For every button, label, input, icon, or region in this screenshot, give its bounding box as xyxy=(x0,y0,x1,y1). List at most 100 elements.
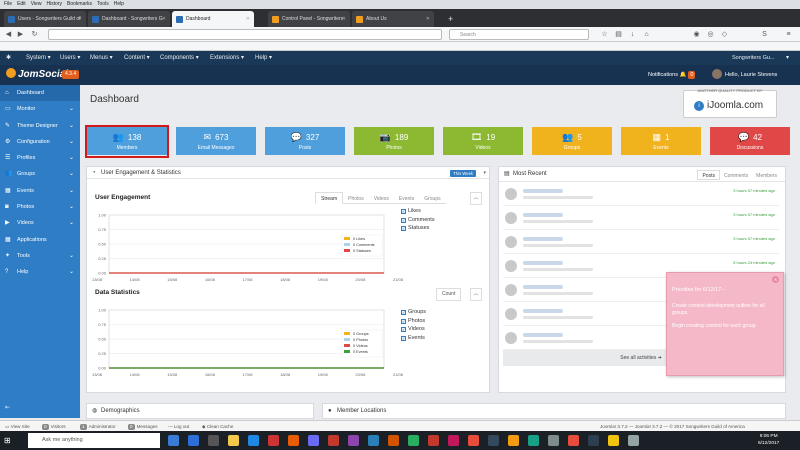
extension-icon[interactable]: ◉ xyxy=(692,30,701,39)
extension-icon-3[interactable]: ◇ xyxy=(720,30,729,39)
taskbar-search-input[interactable]: Ask me anything xyxy=(28,433,160,448)
taskbar-app-icon[interactable] xyxy=(568,435,579,446)
checkbox-icon[interactable]: ✓ xyxy=(401,217,406,223)
user-greeting[interactable]: Hello, Laurie Stevens xyxy=(712,65,777,85)
sidebar-item-dashboard[interactable]: ⌂ Dashboard xyxy=(0,85,80,102)
taskbar-app-icon[interactable] xyxy=(268,435,279,446)
taskbar-app-icon[interactable] xyxy=(228,435,239,446)
stat-card-posts[interactable]: 💬 327 Posts xyxy=(265,127,345,155)
taskbar-app-icon[interactable] xyxy=(628,435,639,446)
reload-icon[interactable]: ↻ xyxy=(30,30,39,39)
checkbox-icon[interactable]: ✓ xyxy=(401,318,406,324)
extension-icon-2[interactable]: ◎ xyxy=(706,30,715,39)
checkbox-comments[interactable]: ✓ Comments xyxy=(401,216,435,225)
checkbox-icon[interactable]: ✓ xyxy=(401,327,406,333)
browser-menu-bookmarks[interactable]: Bookmarks xyxy=(67,1,92,7)
sticky-note[interactable]: ✕ Priorities for 6/12/17-- Create conten… xyxy=(666,272,784,376)
site-name-link[interactable]: Songwriters Gu... xyxy=(732,51,775,65)
sidebar-item-videos[interactable]: ▶ Videos ⌄ xyxy=(0,215,80,231)
taskbar-app-icon[interactable] xyxy=(328,435,339,446)
system-clock[interactable]: 8:06 PM 6/12/2017 xyxy=(758,433,779,447)
tab-stream[interactable]: Stream xyxy=(315,192,344,204)
tab-close-icon[interactable]: ✕ xyxy=(342,11,346,27)
taskbar-app-icon[interactable] xyxy=(368,435,379,446)
checkbox-statuses[interactable]: ✓ Statuses xyxy=(401,224,435,233)
browser-menu-history[interactable]: History xyxy=(46,1,62,7)
browser-tab[interactable]: Dashboard ✕ xyxy=(172,11,254,27)
browser-tab[interactable]: Users - Songwriters Guild of ✕ xyxy=(4,11,86,27)
tab-close-icon[interactable]: ✕ xyxy=(162,11,166,27)
download-icon[interactable]: ↓ xyxy=(628,30,637,39)
browser-tab[interactable]: Dashboard - Songwriters G ✕ xyxy=(88,11,170,27)
taskbar-app-icon[interactable] xyxy=(208,435,219,446)
sidebar-item-photos[interactable]: ◙ Photos ⌄ xyxy=(0,199,80,215)
s-extension-icon[interactable]: S xyxy=(760,30,769,39)
sidebar-item-tools[interactable]: ✦ Tools ⌄ xyxy=(0,248,80,264)
url-bar[interactable] xyxy=(48,29,442,40)
checkbox-icon[interactable]: ✓ xyxy=(401,209,406,214)
browser-menu-edit[interactable]: Edit xyxy=(17,1,26,7)
tab-events[interactable]: Events xyxy=(394,193,419,205)
stat-card-discussions[interactable]: 💬 42 Discussions xyxy=(710,127,790,155)
sidebar-item-groups[interactable]: 👥 Groups ⌄ xyxy=(0,166,80,182)
taskbar-app-icon[interactable] xyxy=(308,435,319,446)
stat-card-videos[interactable]: 🎞 19 Videos xyxy=(443,127,523,155)
browser-menu-view[interactable]: View xyxy=(31,1,42,7)
browser-tab[interactable]: Control Panel - Songwriters ✕ xyxy=(268,11,350,27)
home-nav-icon[interactable]: ⌂ xyxy=(642,30,651,39)
taskbar-app-icon[interactable] xyxy=(508,435,519,446)
sidebar-item-events[interactable]: ▦ Events ⌄ xyxy=(0,183,80,199)
tab-close-icon[interactable]: ✕ xyxy=(78,11,82,27)
topmenu-content[interactable]: Content ▾ xyxy=(124,51,150,65)
sidebar-item-profiles[interactable]: ☰ Profiles ⌄ xyxy=(0,150,80,166)
taskbar-app-icon[interactable] xyxy=(488,435,499,446)
taskbar-app-icon[interactable] xyxy=(248,435,259,446)
recent-item[interactable]: 3 hours 57 minutes ago xyxy=(503,184,779,206)
checkbox-events[interactable]: ✓ Events xyxy=(401,334,426,343)
tab-photos[interactable]: Photos xyxy=(343,193,369,205)
star-icon[interactable]: ☆ xyxy=(600,30,609,39)
notifications-link[interactable]: Notifications 🔔 0 xyxy=(648,65,696,85)
stat-card-members[interactable]: 👥 138 Members xyxy=(87,127,167,155)
sidebar-item-theme-designer[interactable]: ✎ Theme Designer ⌄ xyxy=(0,118,80,134)
browser-search-input[interactable]: Search xyxy=(449,29,589,40)
topmenu-components[interactable]: Components ▾ xyxy=(160,51,199,65)
taskbar-app-icon[interactable] xyxy=(348,435,359,446)
browser-menu-tools[interactable]: Tools xyxy=(97,1,109,7)
recent-tab-members[interactable]: Members xyxy=(752,171,781,181)
topmenu-menus[interactable]: Menus ▾ xyxy=(90,51,113,65)
new-tab-button[interactable]: + xyxy=(448,12,453,26)
jomsocial-logo[interactable]: JomSocial xyxy=(6,68,68,82)
taskbar-app-icon[interactable] xyxy=(388,435,399,446)
taskbar-app-icon[interactable] xyxy=(468,435,479,446)
browser-tab[interactable]: About Us ✕ xyxy=(352,11,434,27)
recent-item[interactable]: 3 hours 57 minutes ago xyxy=(503,208,779,230)
tab-videos[interactable]: Videos xyxy=(369,193,394,205)
statistics-collapse-button[interactable]: ︿ xyxy=(470,288,482,301)
recent-tab-comments[interactable]: Comments xyxy=(720,171,752,181)
tab-groups[interactable]: Groups xyxy=(419,193,445,205)
taskbar-app-icon[interactable] xyxy=(448,435,459,446)
ijoomla-promo[interactable]: ANOTHER QUALITY PRODUCT BY i iJoomla.com xyxy=(683,88,777,118)
checkbox-groups[interactable]: ✓ Groups xyxy=(401,308,426,317)
panel-caret-icon[interactable]: ▾ xyxy=(483,167,486,179)
recent-item[interactable]: 3 hours 57 minutes ago xyxy=(503,232,779,254)
browser-menu-file[interactable]: File xyxy=(4,1,12,7)
stat-card-email-messages[interactable]: ✉ 673 Email Messages xyxy=(176,127,256,155)
checkbox-icon[interactable]: ✓ xyxy=(401,335,406,341)
stat-card-groups[interactable]: 👥 5 Groups xyxy=(532,127,612,155)
sidebar-item-help[interactable]: ? Help ⌄ xyxy=(0,264,80,280)
taskbar-app-icon[interactable] xyxy=(168,435,179,446)
tab-close-icon[interactable]: ✕ xyxy=(246,11,250,27)
topmenu-system[interactable]: System ▾ xyxy=(26,51,51,65)
taskbar-app-icon[interactable] xyxy=(188,435,199,446)
checkbox-likes[interactable]: ✓ Likes xyxy=(401,207,435,216)
topmenu-users[interactable]: Users ▾ xyxy=(60,51,80,65)
taskbar-app-icon[interactable] xyxy=(608,435,619,446)
joomla-logo-icon[interactable]: ✱ xyxy=(6,51,11,65)
back-icon[interactable]: ◀ xyxy=(4,30,13,39)
stat-card-photos[interactable]: 📷 189 Photos xyxy=(354,127,434,155)
this-week-dropdown[interactable]: This Week xyxy=(450,170,476,177)
collapse-sidebar-icon[interactable]: ⇤ xyxy=(5,404,15,412)
sidebar-item-monitor[interactable]: ▭ Monitor ⌄ xyxy=(0,101,80,117)
